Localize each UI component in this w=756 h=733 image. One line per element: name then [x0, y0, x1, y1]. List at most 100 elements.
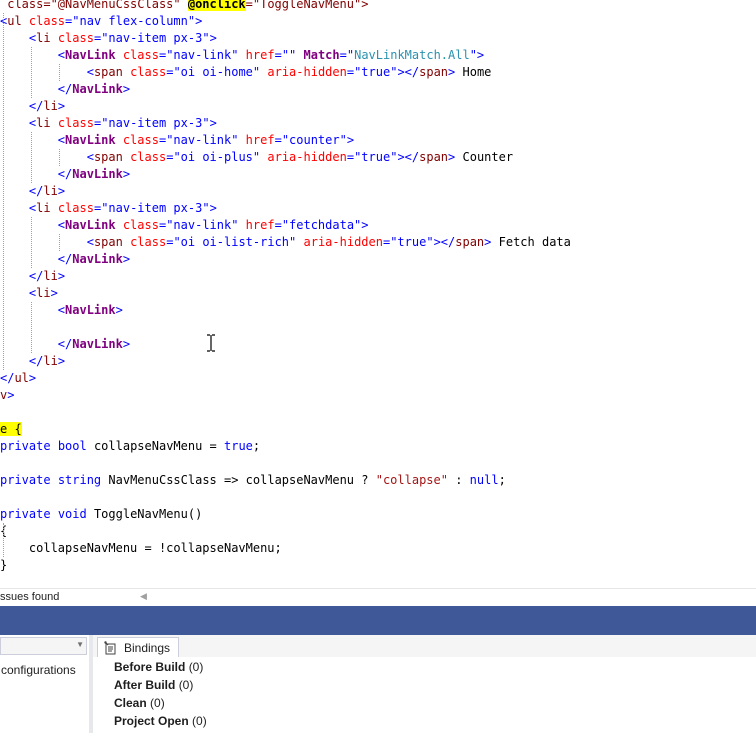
- code-line[interactable]: </NavLink>: [0, 166, 130, 183]
- code-line[interactable]: <ul class="nav flex-column">: [0, 13, 202, 30]
- code-line[interactable]: <li class="nav-item px-3">: [0, 115, 217, 132]
- code-line[interactable]: </li>: [0, 353, 65, 370]
- code-token: aria-hidden: [260, 65, 347, 79]
- code-token: >: [122, 252, 131, 266]
- code-token: <: [57, 133, 66, 147]
- binding-after-build[interactable]: After Build (0): [114, 676, 193, 694]
- bindings-icon: [104, 641, 116, 655]
- code-token: >: [122, 82, 131, 96]
- code-editor[interactable]: class="@NavMenuCssClass" @onclick="Toggl…: [0, 0, 756, 588]
- binding-clean[interactable]: Clean (0): [114, 694, 165, 712]
- text-cursor-icon: [207, 334, 215, 352]
- code-line[interactable]: <li>: [0, 285, 58, 302]
- code-token: li: [36, 31, 51, 45]
- code-token: li: [43, 184, 58, 198]
- code-token: class="@NavMenuCssClass": [0, 0, 188, 11]
- code-token: href: [238, 218, 275, 232]
- code-token: "true": [390, 235, 434, 249]
- code-token: >: [346, 133, 355, 147]
- code-token: </: [57, 252, 73, 266]
- code-line[interactable]: </li>: [0, 183, 65, 200]
- configurations-item[interactable]: configurations: [1, 663, 76, 677]
- code-token: </: [57, 167, 73, 181]
- binding-name: Clean: [114, 696, 147, 710]
- binding-count: (0): [192, 714, 207, 728]
- code-token: "oi oi-home": [173, 65, 261, 79]
- code-line[interactable]: collapseNavMenu = !collapseNavMenu;: [0, 540, 282, 557]
- code-token: >: [209, 201, 217, 215]
- code-line[interactable]: </NavLink>: [0, 251, 130, 268]
- code-token: "nav-link": [166, 133, 239, 147]
- code-token: </: [28, 99, 44, 113]
- code-token: class: [115, 133, 159, 147]
- binding-project-open[interactable]: Project Open (0): [114, 712, 207, 730]
- code-line[interactable]: <span class="oi oi-list-rich" aria-hidde…: [0, 234, 571, 251]
- tab-bindings[interactable]: Bindings: [97, 637, 180, 657]
- code-token: span: [93, 65, 123, 79]
- code-token: </: [0, 371, 15, 385]
- code-token: <: [86, 150, 94, 164]
- code-token: true: [224, 439, 253, 453]
- code-line[interactable]: private bool collapseNavMenu = true;: [0, 438, 260, 455]
- code-token: string: [57, 473, 102, 487]
- code-line[interactable]: private string NavMenuCssClass => collap…: [0, 472, 506, 489]
- code-line[interactable]: </NavLink>: [0, 81, 130, 98]
- code-line[interactable]: v>: [0, 387, 14, 404]
- code-token: private: [0, 439, 51, 453]
- code-line[interactable]: <li class="nav-item px-3">: [0, 200, 217, 217]
- code-line[interactable]: e {: [0, 421, 22, 438]
- indent-guide: [31, 47, 32, 98]
- code-line[interactable]: <NavLink class="nav-link" href="" Match=…: [0, 47, 484, 64]
- binding-before-build[interactable]: Before Build (0): [114, 658, 203, 676]
- code-token: li: [43, 99, 58, 113]
- code-token: ul: [14, 371, 29, 385]
- configuration-dropdown[interactable]: ▼: [0, 637, 87, 655]
- indent-guide: [59, 149, 60, 166]
- code-line[interactable]: <NavLink>: [0, 302, 123, 319]
- bindings-pane: Bindings Before Build (0) After Build (0…: [93, 635, 756, 733]
- code-token: "oi oi-list-rich": [173, 235, 297, 249]
- code-token: ;: [498, 473, 506, 487]
- code-token: =: [274, 48, 282, 62]
- code-line[interactable]: </li>: [0, 98, 65, 115]
- code-token: <: [57, 303, 66, 317]
- issues-status[interactable]: ssues found: [0, 591, 59, 603]
- code-token: span: [419, 65, 449, 79]
- code-line[interactable]: <span class="oi oi-plus" aria-hidden="tr…: [0, 149, 513, 166]
- code-token: <: [86, 235, 94, 249]
- code-line[interactable]: <span class="oi oi-home" aria-hidden="tr…: [0, 64, 492, 81]
- code-line[interactable]: <li class="nav-item px-3">: [0, 30, 217, 47]
- code-line[interactable]: </NavLink>: [0, 336, 130, 353]
- code-line[interactable]: <NavLink class="nav-link" href="fetchdat…: [0, 217, 369, 234]
- code-token: </: [57, 337, 73, 351]
- code-token: NavLink: [72, 82, 123, 96]
- code-token: ="ToggleNavMenu">: [245, 0, 369, 11]
- code-line[interactable]: </li>: [0, 268, 65, 285]
- code-token: >: [57, 354, 66, 368]
- code-token: class: [122, 235, 167, 249]
- code-token: NavLink: [65, 133, 116, 147]
- code-line[interactable]: </ul>: [0, 370, 36, 387]
- code-token: href: [238, 48, 275, 62]
- code-line[interactable]: class="@NavMenuCssClass" @onclick="Toggl…: [0, 0, 368, 13]
- scroll-left-icon[interactable]: ◀: [140, 591, 147, 602]
- code-token: ": [469, 48, 477, 62]
- code-line[interactable]: }: [0, 557, 7, 574]
- tab-bindings-label: Bindings: [124, 641, 171, 655]
- binding-count: (0): [150, 696, 165, 710]
- code-line[interactable]: <NavLink class="nav-link" href="counter"…: [0, 132, 354, 149]
- code-line[interactable]: private void ToggleNavMenu(): [0, 506, 202, 523]
- code-token: li: [36, 116, 51, 130]
- code-token: span: [93, 150, 123, 164]
- code-token: "nav-link": [166, 218, 239, 232]
